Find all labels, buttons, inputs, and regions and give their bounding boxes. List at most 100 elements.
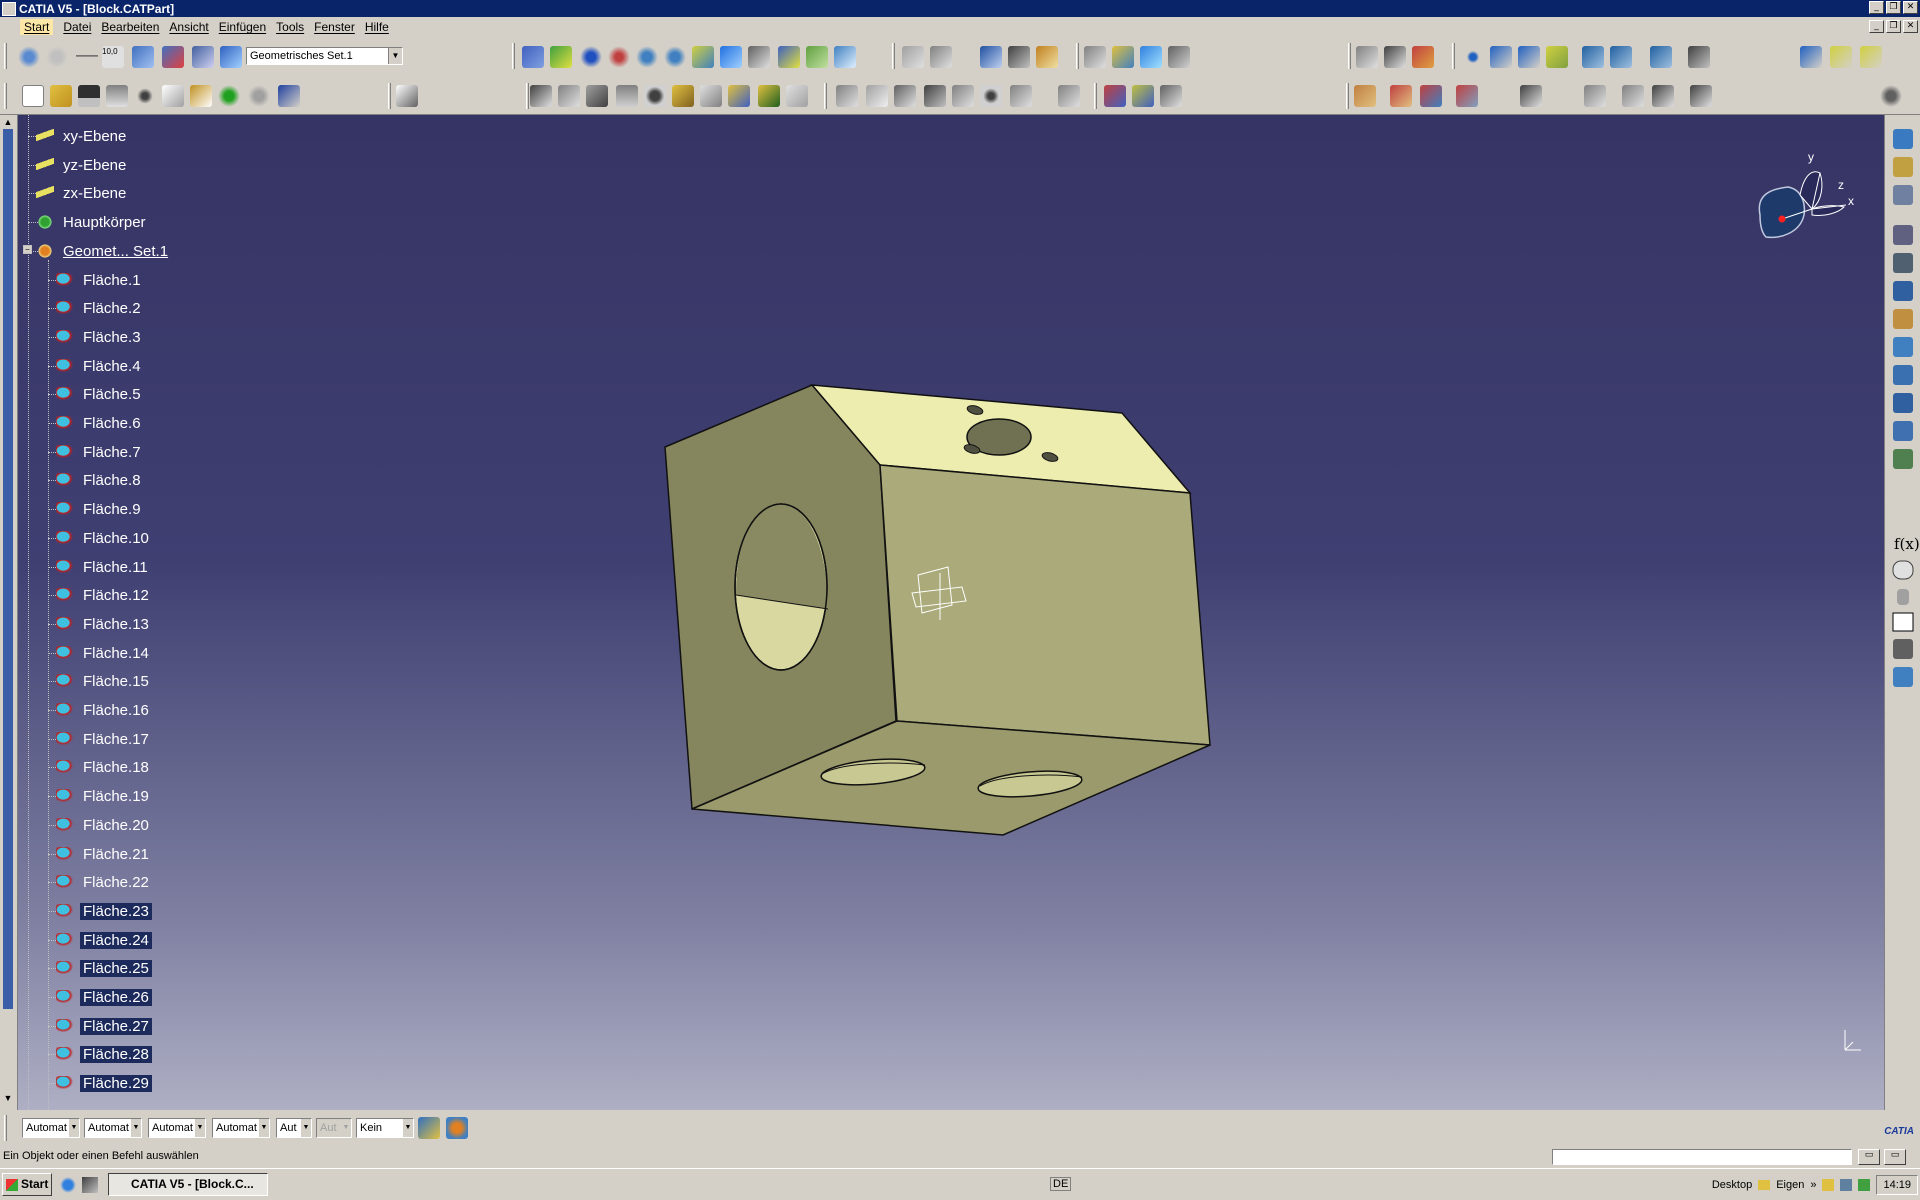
pocket-icon[interactable] [558,85,580,107]
fit-all-icon[interactable] [550,46,572,68]
toolbar-grip[interactable] [526,83,529,109]
refresh-icon[interactable] [18,46,40,68]
menu-hilfe[interactable]: Hilfe [365,20,389,34]
toolbar-grip[interactable] [4,1115,7,1141]
tree-item-flaeche[interactable]: Fläche.17 [56,728,152,750]
quicklaunch-icon[interactable] [82,1177,98,1193]
chevron-down-icon[interactable]: ▼ [388,48,402,64]
pan-icon[interactable] [580,46,602,68]
toolbar-grip[interactable] [1348,43,1351,69]
tree-scrollbar[interactable]: ▲ ▼ [0,115,18,1110]
extrude-icon[interactable] [1582,46,1604,68]
start-button[interactable]: Start [2,1173,52,1196]
minimize-button[interactable]: _ [1869,1,1884,14]
menu-ansicht[interactable]: Ansicht [169,20,208,34]
toolbar-grip[interactable] [4,83,7,109]
toolbar-grip[interactable] [1076,43,1079,69]
join-icon[interactable] [1650,46,1672,68]
normal-view-icon[interactable] [692,46,714,68]
chevron-down-icon[interactable]: ▼ [259,1119,269,1137]
menu-fenster[interactable]: Fenster [314,20,355,34]
browser-icon[interactable] [60,1177,76,1193]
dimension-icon[interactable] [1622,85,1644,107]
tree-item-flaeche[interactable]: Fläche.4 [56,355,144,377]
redo-icon[interactable] [248,85,270,107]
tree-item-flaeche[interactable]: Fläche.11 [56,556,151,578]
chevron-right-icon[interactable]: » [1810,1179,1816,1191]
tree-item-flaeche[interactable]: Fläche.19 [56,785,152,807]
menu-einfuegen[interactable]: Einfügen [219,20,266,34]
stamp-icon[interactable] [1412,46,1434,68]
multi-view-icon[interactable] [720,46,742,68]
chevron-down-icon[interactable]: ▼ [69,1119,79,1137]
toolbar-grip[interactable] [1094,83,1097,109]
hand-icon[interactable] [46,46,68,68]
tree-item-flaeche[interactable]: Fläche.22 [56,871,152,893]
plane-create-icon[interactable] [1830,46,1852,68]
menu-datei[interactable]: Datei [63,20,91,34]
tree-item-flaeche[interactable]: Fläche.12 [56,584,152,606]
tray-shield-icon[interactable] [1822,1178,1835,1191]
paintbrush-icon[interactable] [418,1117,440,1139]
folder-icon[interactable] [1758,1179,1771,1190]
tree-item-plane[interactable]: xy-Ebene [36,125,129,147]
clock[interactable]: 14:19 [1876,1174,1918,1195]
assemble-icon[interactable] [1354,85,1376,107]
open-folder-icon[interactable] [50,85,72,107]
save-icon[interactable] [78,85,100,107]
measure-icon[interactable] [162,46,184,68]
table-icon[interactable] [902,46,924,68]
copy-icon[interactable] [162,85,184,107]
properties-icon[interactable] [446,1117,468,1139]
apply-material-icon[interactable] [1112,46,1134,68]
color-select[interactable]: Automat ▼ [22,1118,80,1138]
catalog-icon[interactable] [1084,46,1106,68]
tree-item-flaeche[interactable]: Fläche.24 [56,929,152,951]
geometric-set-select[interactable]: Geometrisches Set.1 ▼ [246,47,403,65]
tree-item-flaeche[interactable]: Fläche.10 [56,527,152,549]
toolbar-grip[interactable] [4,43,7,69]
menu-start[interactable]: Start [20,19,54,35]
toolbar-grip[interactable] [512,43,515,69]
shading-icon[interactable] [778,46,800,68]
measure-inertia-icon[interactable] [1036,46,1058,68]
measure-between-icon[interactable] [980,46,1002,68]
grid-spacing-icon[interactable]: 10,0 [102,46,124,68]
tray-network-icon[interactable] [1840,1178,1853,1191]
tree-item-flaeche[interactable]: Fläche.3 [56,326,144,348]
plane-icon[interactable] [1546,46,1568,68]
layer-select[interactable]: Kein ▼ [356,1118,414,1138]
tree-item-hauptkoerper[interactable]: Hauptkörper [36,211,149,233]
iso-view-icon[interactable] [748,46,770,68]
revolve-icon[interactable] [1610,46,1632,68]
tree-item-flaeche[interactable]: Fläche.20 [56,814,152,836]
layers-icon[interactable] [132,46,154,68]
shell-icon[interactable] [924,85,946,107]
scroll-up-icon[interactable]: ▲ [2,117,14,129]
pad-icon[interactable] [530,85,552,107]
groove-icon[interactable] [616,85,638,107]
tree-item-flaeche[interactable]: Fläche.5 [56,383,144,405]
chevron-down-icon[interactable]: ▼ [131,1119,141,1137]
menu-tools[interactable]: Tools [276,20,304,34]
toolbar-grip[interactable] [1452,43,1455,69]
zoom-out-icon[interactable] [664,46,686,68]
cut-icon[interactable] [134,85,156,107]
draft-icon[interactable] [894,85,916,107]
tree-item-flaeche[interactable]: Fläche.21 [56,843,152,865]
fillet-icon[interactable] [836,85,858,107]
tree-item-flaeche[interactable]: Fläche.8 [56,469,144,491]
transform-icon[interactable] [1688,46,1710,68]
tray-sound-icon[interactable] [1858,1178,1871,1191]
line-thickness-select[interactable]: Automat ▼ [148,1118,206,1138]
remove-face-icon[interactable] [1010,85,1032,107]
pattern-icon[interactable] [1132,85,1154,107]
knowledge-icon[interactable] [930,46,952,68]
scale-icon[interactable] [1160,85,1182,107]
shaft-icon[interactable] [586,85,608,107]
taskbar-catia-button[interactable]: CATIA V5 - [Block.C... [108,1173,268,1196]
remove-loft-icon[interactable] [758,85,780,107]
chevron-down-icon[interactable]: ▼ [403,1119,413,1137]
annotation-icon[interactable] [1384,46,1406,68]
tree-item-flaeche[interactable]: Fläche.1 [56,269,144,291]
